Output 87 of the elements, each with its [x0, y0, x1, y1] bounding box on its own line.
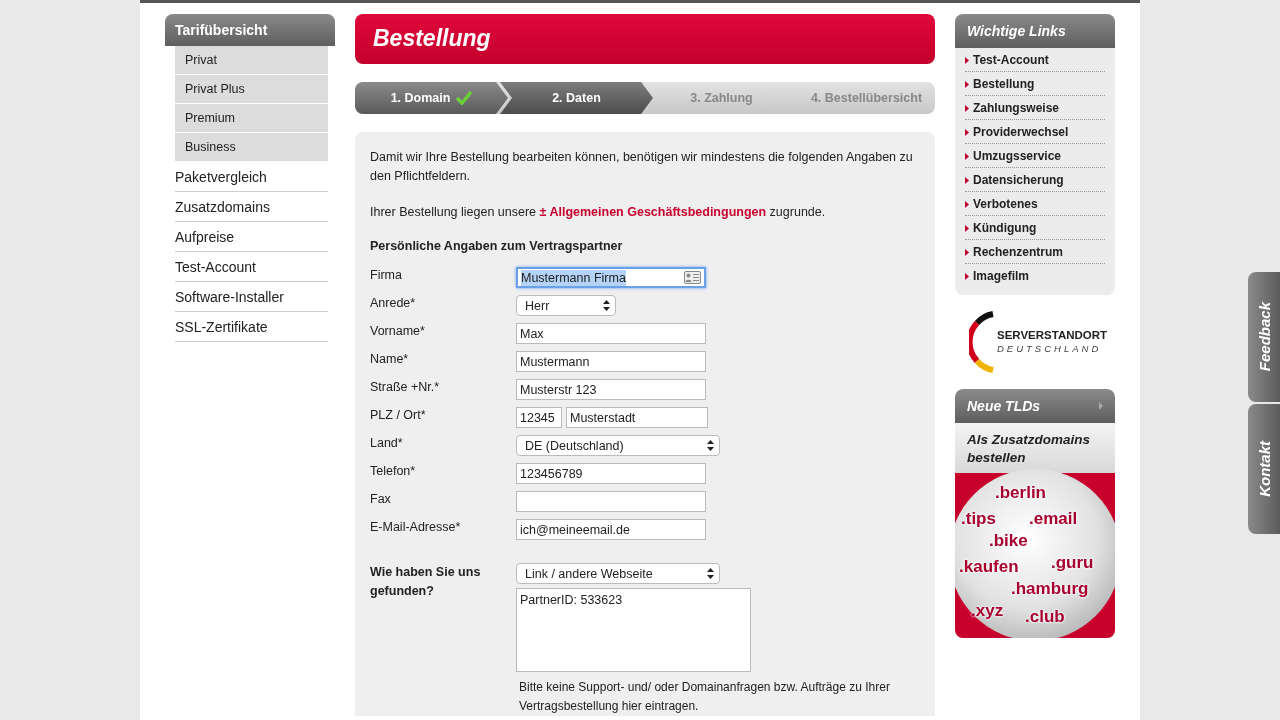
terms-text: Ihrer Bestellung liegen unsere ± Allgemeinen Geschäftsbedingungen zugrunde.	[370, 204, 827, 221]
sidebar-link[interactable]: Bestellung	[965, 72, 1105, 96]
contact-card-icon[interactable]	[684, 271, 701, 284]
field-label: Fax	[370, 491, 392, 507]
hint-text: Bitte keine Support- und/ oder Domainanfragen bzw. Aufträge zu Ihrer Vertragsbestellung hier eintragen.	[519, 679, 891, 715]
sidebar-link[interactable]: Providerwechsel	[965, 120, 1105, 144]
banner-text: .berlin	[995, 483, 1046, 503]
sidebar-link[interactable]: Umzugsservice	[965, 144, 1105, 168]
field-label: Land*	[370, 435, 404, 451]
triangle-right-icon	[965, 248, 969, 256]
select-field[interactable]: Link / andere Webseite	[516, 563, 720, 584]
page-title: Bestellung	[355, 14, 935, 64]
field-label: Anrede*	[370, 295, 417, 311]
card-subtitle: Als Zusatzdomains bestellen	[955, 423, 1115, 473]
triangle-right-icon	[965, 128, 969, 136]
intro-text: Damit wir Ihre Bestellung bearbeiten können, benötigen wir mindestens die folgenden Angaben zu den Pflichtfeldern.	[370, 149, 914, 185]
field-label: E-Mail-Adresse*	[370, 519, 462, 535]
banner-text: .kaufen	[959, 557, 1019, 577]
triangle-right-icon	[965, 56, 969, 64]
select-field[interactable]: Herr	[516, 295, 616, 316]
field-label: PLZ / Ort*	[370, 407, 427, 423]
sidebar-item[interactable]: SSL-Zertifikate	[175, 312, 328, 342]
sidebar-link[interactable]: Rechenzentrum	[965, 240, 1105, 264]
text-field[interactable]: 12345	[516, 407, 562, 428]
step-indicator: 3. Zahlung	[689, 90, 754, 107]
sidebar-subitem[interactable]: Privat Plus	[175, 75, 328, 104]
updown-arrows-icon	[603, 300, 610, 311]
select-field[interactable]: DE (Deutschland)	[516, 435, 720, 456]
banner-text: .tips	[961, 509, 996, 529]
text-field[interactable]: Max	[516, 323, 706, 344]
text-field[interactable]: 123456789	[516, 463, 706, 484]
banner-text: .bike	[989, 531, 1028, 551]
sidebar-heading[interactable]: Tarifübersicht	[165, 14, 335, 46]
side-tab[interactable]: Feedback	[1248, 272, 1280, 402]
triangle-right-icon	[965, 200, 969, 208]
triangle-right-icon	[965, 104, 969, 112]
text-field[interactable]: ich@meineemail.de	[516, 519, 706, 540]
sidebar-link[interactable]: Test-Account	[965, 48, 1105, 72]
terms-link[interactable]: ± Allgemeinen Geschäftsbedingungen	[539, 205, 767, 219]
step-indicator: 4. Bestellübersicht	[809, 90, 924, 107]
sidebar-link[interactable]: Kündigung	[965, 216, 1105, 240]
side-tab[interactable]: Kontakt	[1248, 404, 1280, 534]
updown-arrows-icon	[707, 440, 714, 451]
sidebar-subitem[interactable]: Premium	[175, 104, 328, 133]
sidebar-link[interactable]: Zahlungsweise	[965, 96, 1105, 120]
question-label: Wie haben Sie uns gefunden?	[370, 564, 482, 600]
field-label: Straße +Nr.*	[370, 379, 441, 395]
sidebar-subitem[interactable]: Business	[175, 133, 328, 162]
sidebar-item[interactable]: Aufpreise	[175, 222, 328, 252]
triangle-right-icon	[965, 152, 969, 160]
triangle-right-icon	[965, 272, 969, 280]
sidebar-item[interactable]: Paketvergleich	[175, 162, 328, 192]
banner-text: .hamburg	[1011, 579, 1089, 599]
triangle-right-icon	[965, 80, 969, 88]
sidebar-item[interactable]: Zusatzdomains	[175, 192, 328, 222]
field-label: Vorname*	[370, 323, 426, 339]
triangle-right-icon	[965, 176, 969, 184]
triangle-right-icon	[965, 224, 969, 232]
sidebar-link[interactable]: Datensicherung	[965, 168, 1105, 192]
text-field[interactable]: Mustermann	[516, 351, 706, 372]
logo-text: DEUTSCHLAND	[997, 342, 1103, 356]
banner-text: .guru	[1051, 553, 1094, 573]
sidebar-item[interactable]: Software-Installer	[175, 282, 328, 312]
sidebar-link[interactable]: Imagefilm	[965, 264, 1105, 287]
banner-text: .xyz	[971, 601, 1004, 621]
text-field[interactable]: Musterstadt	[566, 407, 708, 428]
sidebar-item[interactable]: Test-Account	[175, 252, 328, 282]
logo-text: SERVERSTANDORT	[997, 328, 1108, 342]
textarea-field[interactable]: PartnerID: 533623	[516, 588, 751, 672]
updown-arrows-icon	[707, 568, 714, 579]
sidebar-subitem[interactable]: Privat	[175, 46, 328, 75]
ring-logo-icon	[969, 309, 995, 375]
banner-text: .club	[1025, 607, 1065, 627]
text-field[interactable]: Musterstr 123	[516, 379, 706, 400]
field-label: Name*	[370, 351, 410, 367]
triangle-right-icon	[1099, 402, 1103, 410]
text-field[interactable]	[516, 491, 706, 512]
text-field[interactable]: Mustermann Firma	[516, 267, 706, 288]
step-indicator: 2. Daten	[500, 82, 653, 114]
field-label: Firma	[370, 267, 403, 283]
sidebar-link[interactable]: Verbotenes	[965, 192, 1105, 216]
step-indicator: 1. Domain	[355, 82, 508, 114]
links-heading: Wichtige Links	[955, 14, 1115, 48]
field-label: Telefon*	[370, 463, 417, 479]
section-title: Persönliche Angaben zum Vertragspartner	[370, 239, 624, 253]
banner-text: .email	[1029, 509, 1078, 529]
check-icon	[456, 91, 473, 105]
